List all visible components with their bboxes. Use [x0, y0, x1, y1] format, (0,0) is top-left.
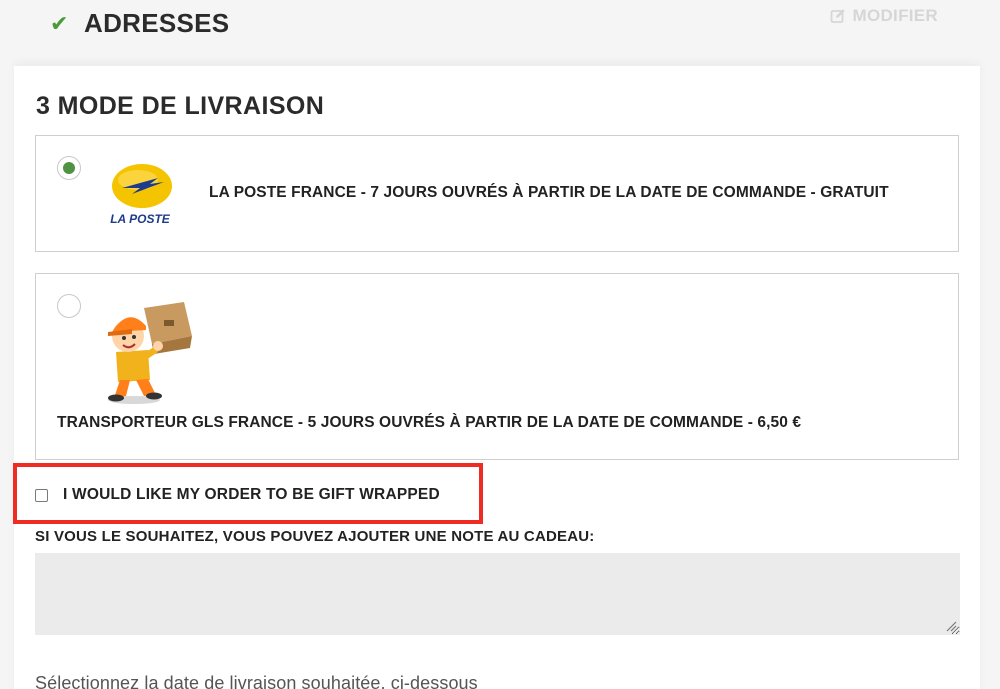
gift-wrap-label: I WOULD LIKE MY ORDER TO BE GIFT WRAPPED [63, 486, 440, 503]
gift-note-textarea[interactable] [35, 553, 960, 635]
laposte-logo: LA POSTE [110, 164, 172, 226]
modify-addresses-button[interactable]: MODIFIER [830, 6, 938, 26]
gift-note-label: SI VOUS LE SOUHAITEZ, VOUS POUVEZ AJOUTE… [35, 528, 595, 545]
carrier-radio-gls[interactable] [57, 294, 81, 318]
delivery-man-illustration [108, 302, 192, 404]
delivery-date-prompt: Sélectionnez la date de livraison souhai… [35, 673, 478, 689]
modify-label: MODIFIER [852, 6, 938, 25]
carrier-label-laposte: LA POSTE FRANCE - 7 JOURS OUVRÉS À PARTI… [209, 184, 889, 201]
laposte-logo-text: LA POSTE [110, 212, 171, 226]
check-icon: ✔ [50, 11, 69, 36]
edit-icon [831, 9, 846, 23]
addresses-step: ✔ ADRESSES MODIFIER [14, 0, 980, 66]
carrier-radio-laposte[interactable] [57, 156, 81, 180]
addresses-title: ADRESSES [84, 8, 230, 38]
checkout-page: ✔ ADRESSES MODIFIER 3 MODE DE LIVRAISON … [0, 0, 1000, 689]
resize-grip-icon[interactable] [945, 620, 957, 632]
gift-wrap-checkbox[interactable] [35, 488, 48, 502]
carrier-label-gls: TRANSPORTEUR GLS FRANCE - 5 JOURS OUVRÉS… [57, 414, 802, 431]
carrier-option-laposte[interactable]: LA POSTE LA POSTE FRANCE - 7 JOURS OUVRÉ… [35, 135, 959, 252]
carrier-option-gls[interactable]: TRANSPORTEUR GLS FRANCE - 5 JOURS OUVRÉS… [35, 273, 959, 460]
delivery-step-title: 3 MODE DE LIVRAISON [36, 92, 325, 120]
gift-wrap-option[interactable]: I WOULD LIKE MY ORDER TO BE GIFT WRAPPED [35, 486, 440, 504]
